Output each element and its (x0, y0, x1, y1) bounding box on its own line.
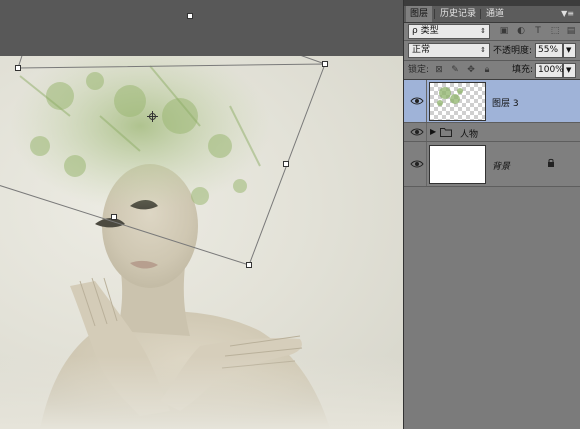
eye-icon[interactable] (410, 159, 424, 169)
layer-row-layer3[interactable]: 图层 3 (404, 80, 580, 123)
chevron-down-icon: ▼ (566, 46, 572, 54)
layer-row-group[interactable]: ▶ 人物 (404, 123, 580, 142)
layer-name[interactable]: 图层 3 (492, 96, 519, 109)
eye-icon[interactable] (410, 127, 424, 137)
folder-icon (440, 128, 452, 137)
eye-icon[interactable] (410, 96, 424, 106)
document-canvas[interactable] (0, 56, 403, 429)
layer-name[interactable]: 背景 (492, 159, 510, 172)
opacity-dropdown[interactable]: ▼ (563, 43, 576, 58)
layer-thumbnail (429, 145, 486, 184)
layers-empty-area (404, 187, 580, 429)
expand-arrow-icon[interactable]: ▶ (430, 127, 436, 136)
lock-row: 锁定: ⊠ ✎ ✥ 🔒︎ 填充: 100% ▼ (404, 61, 580, 79)
canvas-area[interactable] (0, 0, 403, 429)
watercolor-hair (10, 56, 270, 211)
opacity-label: 不透明度: (493, 46, 533, 56)
blend-mode-select[interactable]: 正常 ⇕ (408, 43, 490, 58)
filter-row: ρ 类型 ⇕ ▣ ◐ T ⬚ ▤ (404, 22, 580, 40)
layer-thumbnail (429, 82, 486, 121)
chevron-down-icon: ⇕ (480, 46, 486, 54)
fill-dropdown[interactable]: ▼ (563, 63, 576, 78)
canvas-artwork (0, 56, 403, 429)
reference-point-icon[interactable] (147, 111, 158, 122)
transform-handle-top[interactable] (187, 13, 193, 19)
smart-object-filter-icon[interactable]: ▤ (565, 25, 577, 37)
transform-handle-top-left[interactable] (15, 65, 21, 71)
transform-handle-bottom[interactable] (111, 214, 117, 220)
lock-position-icon[interactable]: ✥ (465, 64, 477, 76)
layers-panel: 图层 历史记录 通道 ▼≡ ρ 类型 ⇕ ▣ ◐ T ⬚ ▤ 正常 ⇕ 不透明度… (403, 0, 580, 429)
image-filter-icon[interactable]: ▣ (498, 25, 510, 37)
transform-handle-top-right[interactable] (322, 61, 328, 67)
lock-all-icon[interactable]: 🔒︎ (481, 64, 493, 76)
transform-handle-bottom-right[interactable] (246, 262, 252, 268)
layer-name[interactable]: 人物 (460, 127, 478, 140)
panel-menu-icon[interactable]: ▼≡ (561, 10, 574, 18)
lock-icon (548, 158, 554, 167)
photoshop-window: 图层 历史记录 通道 ▼≡ ρ 类型 ⇕ ▣ ◐ T ⬚ ▤ 正常 ⇕ 不透明度… (0, 0, 580, 429)
transform-handle-right[interactable] (283, 161, 289, 167)
adjustment-filter-icon[interactable]: ◐ (515, 25, 527, 37)
blend-mode-value: 正常 (412, 45, 431, 55)
chevron-down-icon: ⇕ (480, 27, 486, 35)
tab-layers[interactable]: 图层 (406, 6, 433, 22)
layer-row-background[interactable]: 背景 (404, 142, 580, 187)
layer-filter-select[interactable]: ρ 类型 ⇕ (408, 24, 490, 39)
filter-type-label: ρ 类型 (412, 26, 439, 36)
tab-history[interactable]: 历史记录 (436, 6, 480, 22)
shape-filter-icon[interactable]: ⬚ (549, 25, 561, 37)
fill-field[interactable]: 100% (535, 63, 564, 78)
fill-value: 100% (538, 65, 564, 75)
blend-row: 正常 ⇕ 不透明度: 55% ▼ (404, 41, 580, 60)
tab-channels[interactable]: 通道 (482, 6, 508, 22)
opacity-field[interactable]: 55% (535, 43, 563, 58)
panel-tabs: 图层 历史记录 通道 ▼≡ (404, 6, 580, 23)
type-filter-icon[interactable]: T (532, 25, 544, 37)
fill-label: 填充: (512, 65, 534, 75)
lock-label: 锁定: (408, 65, 430, 75)
lock-image-icon[interactable]: ✎ (449, 64, 461, 76)
opacity-value: 55% (538, 45, 559, 55)
chevron-down-icon: ▼ (566, 66, 572, 74)
lock-transparency-icon[interactable]: ⊠ (433, 64, 445, 76)
